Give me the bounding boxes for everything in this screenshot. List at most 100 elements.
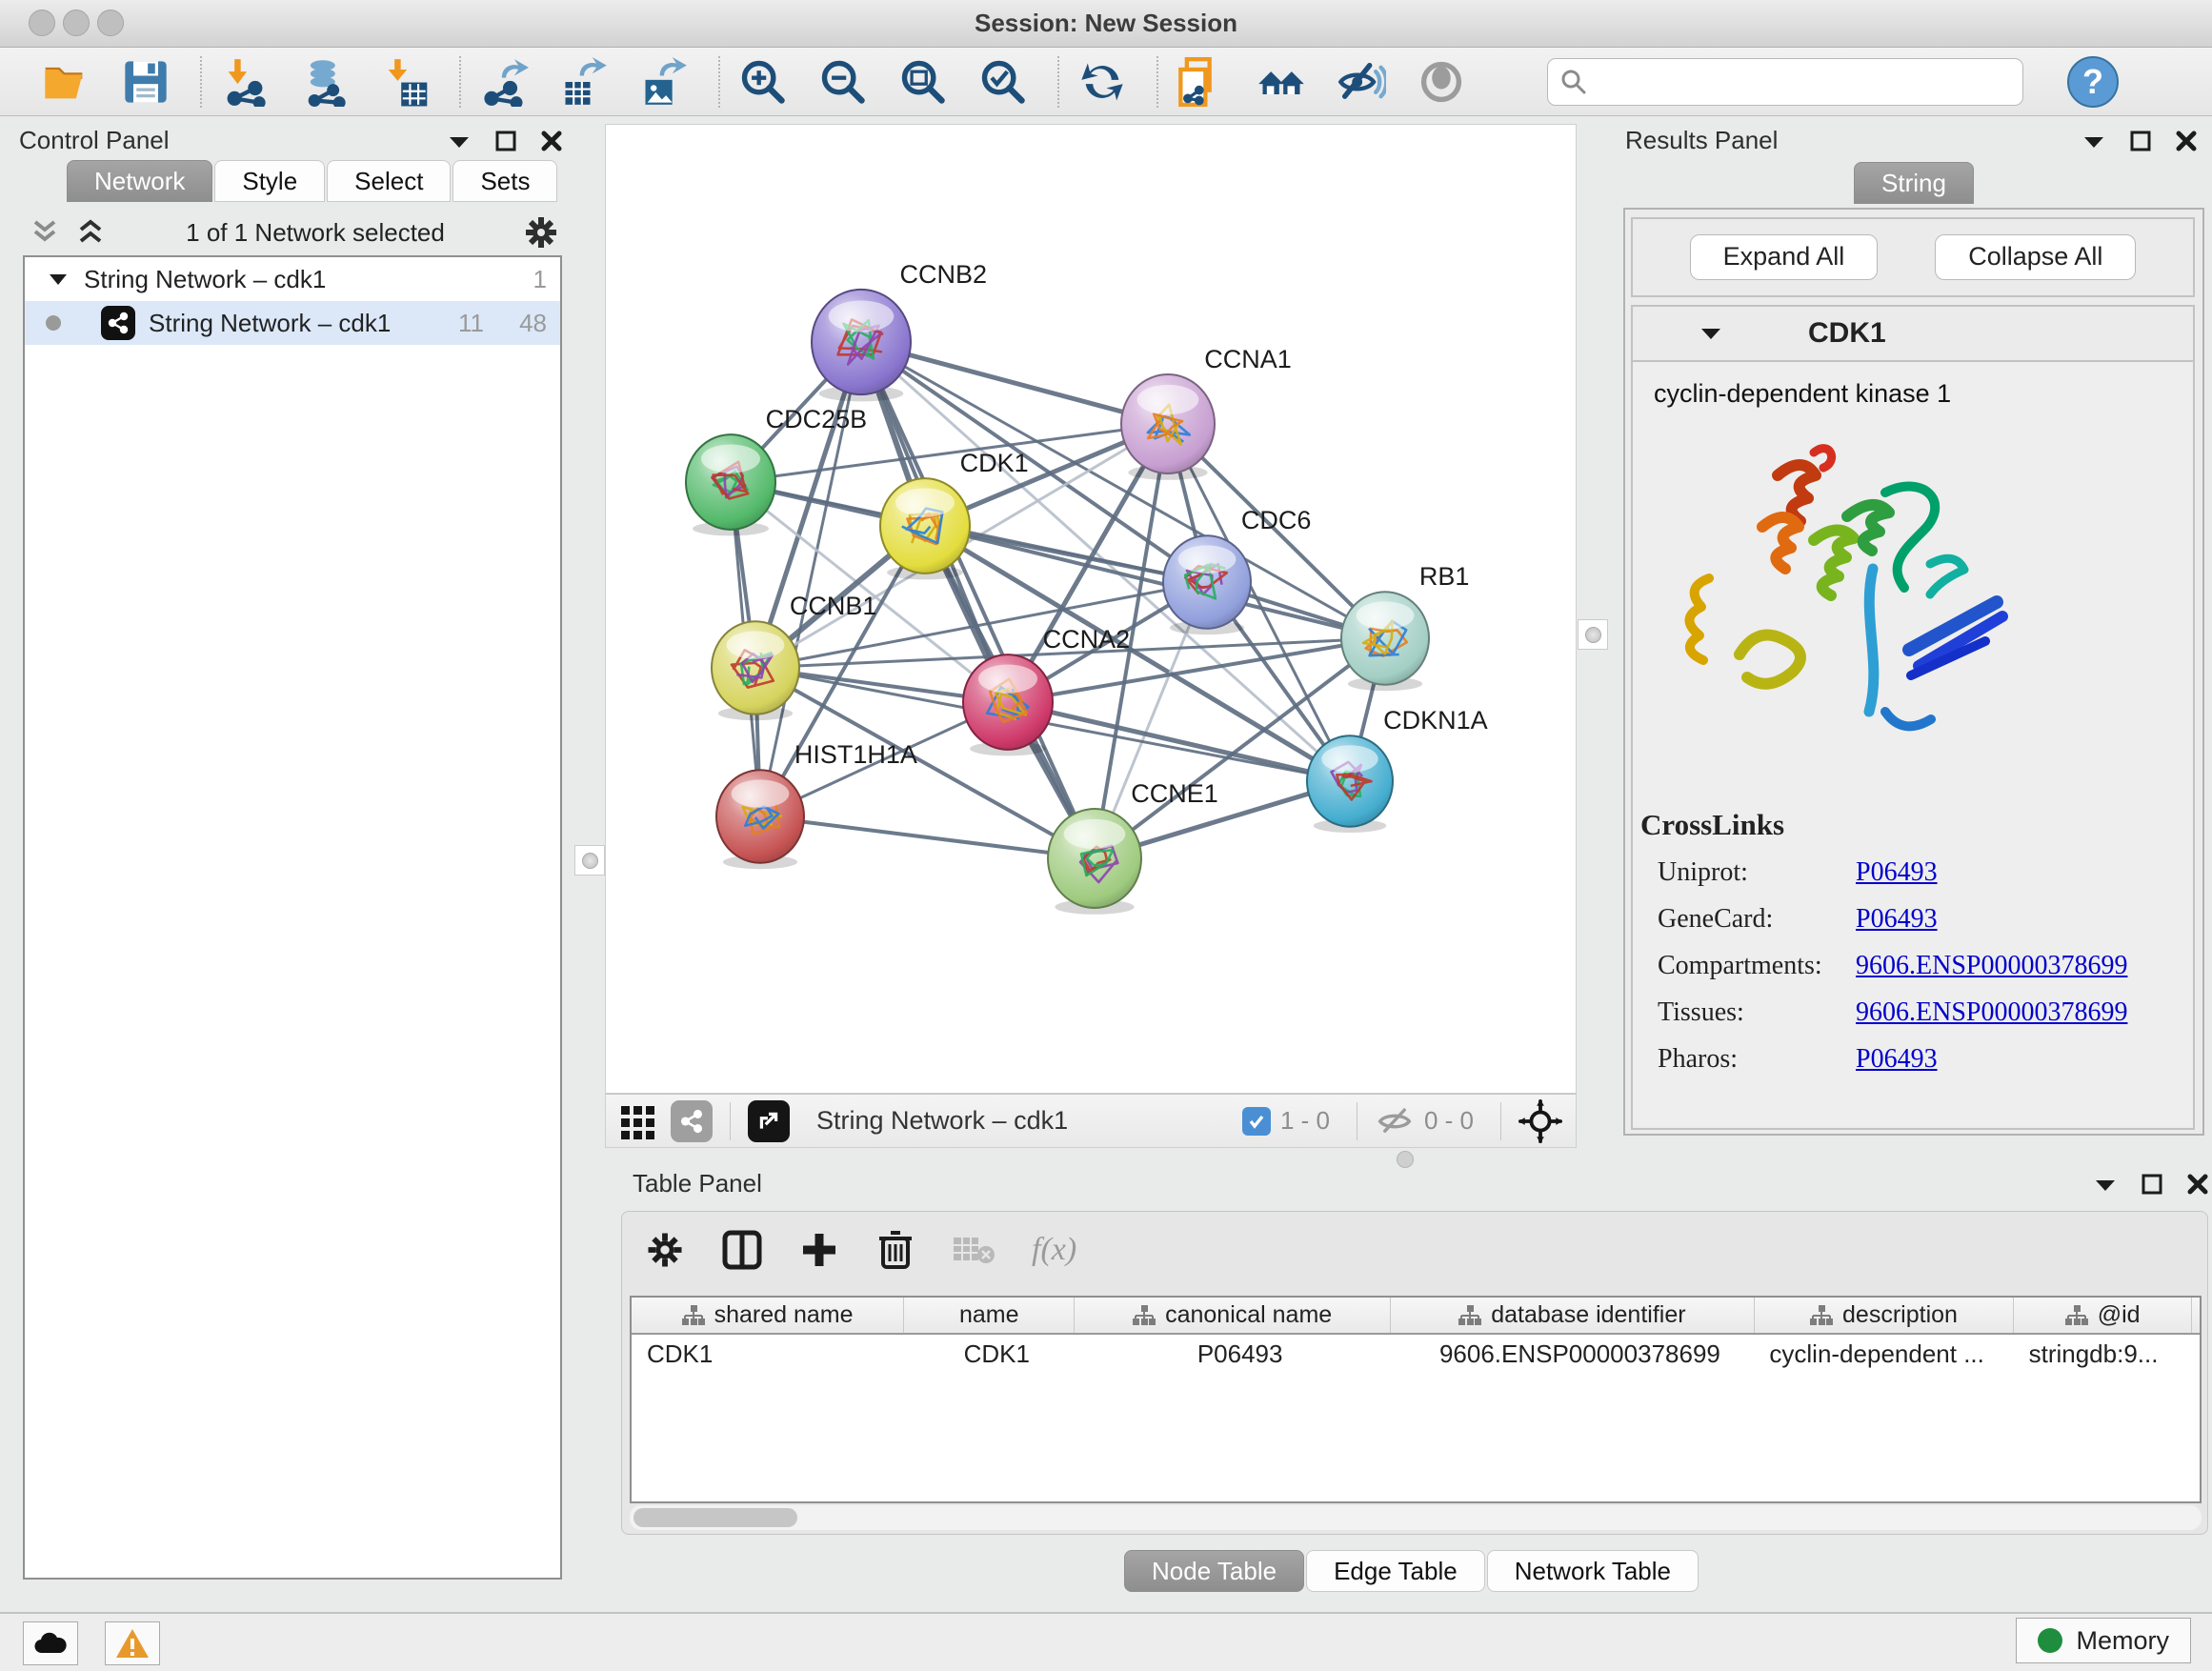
expand-all-icon[interactable]: [74, 218, 107, 247]
right-splitter-handle[interactable]: [1578, 619, 1608, 650]
hidden-eye-icon[interactable]: [1375, 1105, 1415, 1137]
edge-HIST1H1A-CCNE1[interactable]: [760, 816, 1095, 858]
node-label-CCNB2: CCNB2: [900, 260, 988, 289]
refresh-icon[interactable]: [1075, 53, 1130, 111]
column-header[interactable]: canonical name: [1075, 1298, 1391, 1334]
string-share-icon[interactable]: [671, 1100, 713, 1142]
table-panel-title: Table Panel: [633, 1169, 762, 1198]
zoom-out-icon[interactable]: [815, 53, 871, 111]
selected-checkbox-icon[interactable]: [1242, 1107, 1271, 1136]
show-eye-icon[interactable]: [1414, 53, 1469, 111]
node-CDC25B[interactable]: CDC25B: [686, 405, 867, 535]
scrollbar-thumb[interactable]: [633, 1508, 797, 1527]
column-header[interactable]: database identifier: [1390, 1298, 1754, 1334]
table-horizontal-scrollbar[interactable]: [630, 1505, 2202, 1530]
collapse-all-icon[interactable]: [29, 218, 61, 247]
tab-node-table[interactable]: Node Table: [1124, 1550, 1304, 1592]
maximize-panel-icon[interactable]: [495, 131, 516, 151]
close-panel-icon[interactable]: [2187, 1174, 2208, 1195]
node-CCNE1[interactable]: CCNE1: [1048, 779, 1218, 915]
tab-string[interactable]: String: [1854, 162, 1974, 204]
help-icon[interactable]: ?: [2067, 56, 2119, 108]
birds-eye-grid-icon[interactable]: [619, 1102, 657, 1140]
node-table[interactable]: shared name name canonical name database…: [630, 1296, 2202, 1503]
clone-network-icon[interactable]: [1174, 53, 1229, 111]
zoom-traffic-light[interactable]: [97, 10, 124, 36]
search-field[interactable]: [1547, 58, 2023, 106]
export-table-icon[interactable]: [556, 53, 612, 111]
edge-CCNB2-CCNE1[interactable]: [861, 342, 1095, 858]
edge-CCNA2-CDKN1A[interactable]: [1008, 702, 1350, 781]
crosslink-label: GeneCard:: [1658, 904, 1856, 935]
add-column-icon[interactable]: [799, 1230, 839, 1270]
open-in-window-icon[interactable]: [748, 1100, 790, 1142]
import-network-from-database-icon[interactable]: [297, 53, 352, 111]
node-CCNB2[interactable]: CCNB2: [812, 260, 987, 401]
bottom-splitter-handle[interactable]: [1397, 1151, 1414, 1168]
cloud-status-button[interactable]: [23, 1621, 78, 1665]
warning-status-button[interactable]: [105, 1621, 160, 1665]
hide-eye-icon[interactable]: [1334, 53, 1389, 111]
tab-network[interactable]: Network: [67, 160, 212, 202]
zoom-fit-icon[interactable]: [895, 53, 951, 111]
show-all-homes-icon[interactable]: [1254, 53, 1309, 111]
close-panel-icon[interactable]: [2176, 131, 2197, 151]
search-input[interactable]: [1588, 68, 1998, 95]
maximize-panel-icon[interactable]: [2142, 1174, 2162, 1195]
tab-sets[interactable]: Sets: [452, 160, 557, 202]
gene-expander-icon[interactable]: [1699, 326, 1722, 341]
column-header[interactable]: description: [1754, 1298, 2013, 1334]
close-traffic-light[interactable]: [29, 10, 55, 36]
collection-expander-icon[interactable]: [48, 272, 69, 287]
expand-all-button[interactable]: Expand All: [1690, 234, 1879, 280]
float-panel-icon[interactable]: [448, 133, 471, 149]
maximize-panel-icon[interactable]: [2130, 131, 2151, 151]
table-gear-icon[interactable]: [645, 1230, 685, 1270]
tab-network-table[interactable]: Network Table: [1487, 1550, 1699, 1592]
crosslink-pharos-link[interactable]: P06493: [1856, 1044, 1938, 1075]
close-panel-icon[interactable]: [541, 131, 562, 151]
export-network-icon[interactable]: [476, 53, 532, 111]
network-canvas[interactable]: CCNB2CCNA1CDC25BCDK1CDC6RB1CCNB1CCNA2CDK…: [605, 124, 1577, 1094]
crosslink-uniprot-link[interactable]: P06493: [1856, 857, 1938, 888]
crosslink-compartments-link[interactable]: 9606.ENSP00000378699: [1856, 951, 2127, 981]
crosslink-genecard-link[interactable]: P06493: [1856, 904, 1938, 935]
tab-select[interactable]: Select: [327, 160, 451, 202]
delete-column-icon[interactable]: [875, 1229, 915, 1271]
zoom-selected-icon[interactable]: [975, 53, 1031, 111]
results-panel: Results Panel String Expand All Collapse…: [1610, 116, 2212, 1164]
node-HIST1H1A[interactable]: HIST1H1A: [716, 740, 917, 869]
tab-edge-table[interactable]: Edge Table: [1306, 1550, 1485, 1592]
toolbar-separator: [459, 56, 461, 108]
gear-icon[interactable]: [524, 215, 558, 250]
open-session-icon[interactable]: [38, 53, 93, 111]
gene-description: cyclin-dependent kinase 1: [1654, 379, 2193, 409]
tab-style[interactable]: Style: [214, 160, 325, 202]
column-header[interactable]: namespace: [2192, 1298, 2202, 1334]
float-panel-icon[interactable]: [2094, 1177, 2117, 1192]
left-splitter-handle[interactable]: [574, 845, 605, 876]
collapse-all-button[interactable]: Collapse All: [1935, 234, 2136, 280]
zoom-in-icon[interactable]: [735, 53, 791, 111]
hidden-counter: 0 - 0: [1424, 1106, 1474, 1136]
network-selection-status: 1 of 1 Network selected: [107, 218, 524, 248]
network-row[interactable]: String Network – cdk1 11 48: [25, 301, 560, 345]
sitemap-icon: [2065, 1305, 2088, 1326]
network-collection-row[interactable]: String Network – cdk1 1: [25, 257, 560, 301]
pan-crosshair-icon[interactable]: [1518, 1099, 1562, 1143]
show-columns-icon[interactable]: [721, 1229, 763, 1271]
memory-button[interactable]: Memory: [2016, 1618, 2191, 1663]
node-CDKN1A[interactable]: CDKN1A: [1307, 706, 1488, 833]
import-table-icon[interactable]: [377, 53, 432, 111]
export-image-icon[interactable]: [636, 53, 692, 111]
node-RB1[interactable]: RB1: [1341, 562, 1469, 691]
minimize-traffic-light[interactable]: [63, 10, 90, 36]
column-header[interactable]: shared name: [632, 1298, 904, 1334]
crosslink-tissues-link[interactable]: 9606.ENSP00000378699: [1856, 997, 2127, 1028]
column-header[interactable]: name: [904, 1298, 1075, 1334]
import-network-icon[interactable]: [217, 53, 272, 111]
column-header[interactable]: @id: [2014, 1298, 2192, 1334]
save-session-icon[interactable]: [118, 53, 173, 111]
table-row[interactable]: CDK1 CDK1 P06493 9606.ENSP00000378699 cy…: [632, 1334, 2202, 1374]
float-panel-icon[interactable]: [2082, 133, 2105, 149]
